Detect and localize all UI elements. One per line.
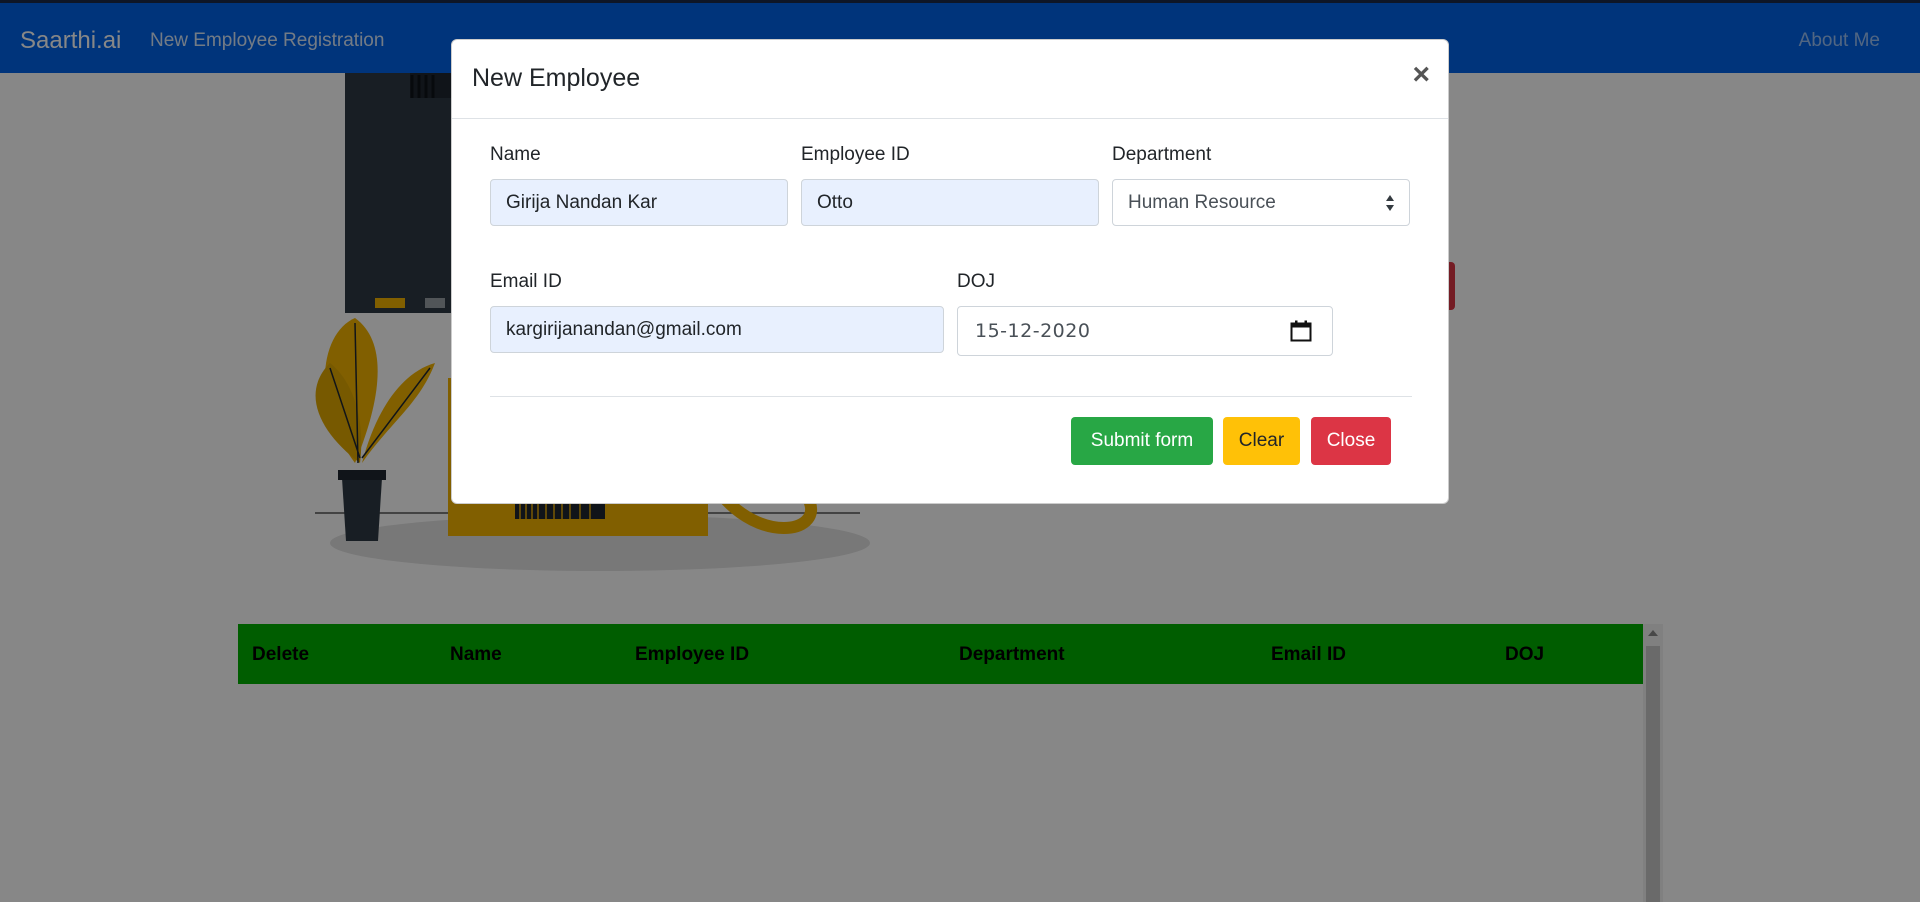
form-divider bbox=[490, 396, 1412, 397]
employee-id-label: Employee ID bbox=[801, 144, 910, 165]
email-label: Email ID bbox=[490, 271, 562, 292]
department-selected-value: Human Resource bbox=[1128, 192, 1276, 213]
doj-date-input[interactable]: 15-12-2020 bbox=[957, 306, 1333, 356]
page: Saarthi.ai New Employee Registration Abo… bbox=[0, 0, 1920, 902]
select-caret-icon bbox=[1386, 195, 1394, 211]
close-icon[interactable]: × bbox=[1412, 60, 1430, 90]
submit-form-button[interactable]: Submit form bbox=[1071, 417, 1213, 465]
department-label: Department bbox=[1112, 144, 1212, 165]
close-button[interactable]: Close bbox=[1311, 417, 1391, 465]
doj-label: DOJ bbox=[957, 271, 995, 292]
name-label: Name bbox=[490, 144, 541, 165]
new-employee-modal: New Employee × Name Girija Nandan Kar Em… bbox=[451, 39, 1449, 504]
modal-header: New Employee × bbox=[452, 40, 1448, 119]
modal-title: New Employee bbox=[472, 64, 641, 92]
doj-value: 15-12-2020 bbox=[975, 320, 1091, 342]
calendar-icon[interactable] bbox=[1290, 320, 1312, 342]
name-input[interactable]: Girija Nandan Kar bbox=[490, 179, 788, 226]
employee-id-input[interactable]: Otto bbox=[801, 179, 1099, 226]
department-select[interactable]: Human Resource bbox=[1112, 179, 1410, 226]
clear-button[interactable]: Clear bbox=[1223, 417, 1300, 465]
email-input[interactable]: kargirijanandan@gmail.com bbox=[490, 306, 944, 353]
